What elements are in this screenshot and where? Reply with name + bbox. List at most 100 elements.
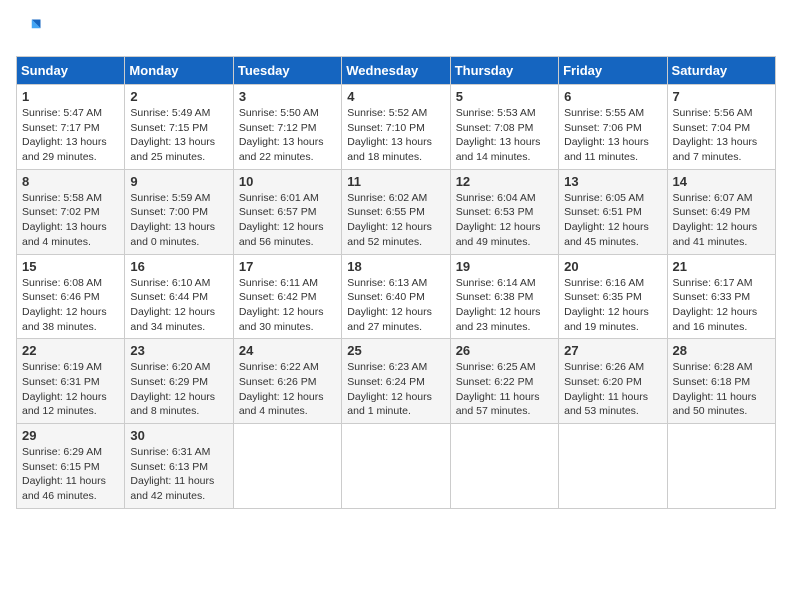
day-number: 6 <box>564 89 661 104</box>
calendar-cell <box>342 424 450 509</box>
calendar-header-row: SundayMondayTuesdayWednesdayThursdayFrid… <box>17 57 776 85</box>
weekday-header-saturday: Saturday <box>667 57 775 85</box>
calendar-week-row: 1 Sunrise: 5:47 AM Sunset: 7:17 PM Dayli… <box>17 85 776 170</box>
day-info: Sunrise: 6:05 AM Sunset: 6:51 PM Dayligh… <box>564 191 661 250</box>
day-number: 24 <box>239 343 336 358</box>
calendar-cell: 6 Sunrise: 5:55 AM Sunset: 7:06 PM Dayli… <box>559 85 667 170</box>
day-number: 30 <box>130 428 227 443</box>
day-info: Sunrise: 5:50 AM Sunset: 7:12 PM Dayligh… <box>239 106 336 165</box>
calendar-cell: 29 Sunrise: 6:29 AM Sunset: 6:15 PM Dayl… <box>17 424 125 509</box>
day-info: Sunrise: 6:20 AM Sunset: 6:29 PM Dayligh… <box>130 360 227 419</box>
day-info: Sunrise: 6:23 AM Sunset: 6:24 PM Dayligh… <box>347 360 444 419</box>
day-info: Sunrise: 6:13 AM Sunset: 6:40 PM Dayligh… <box>347 276 444 335</box>
day-info: Sunrise: 6:25 AM Sunset: 6:22 PM Dayligh… <box>456 360 553 419</box>
calendar-cell <box>233 424 341 509</box>
day-info: Sunrise: 6:01 AM Sunset: 6:57 PM Dayligh… <box>239 191 336 250</box>
day-number: 3 <box>239 89 336 104</box>
calendar-cell: 11 Sunrise: 6:02 AM Sunset: 6:55 PM Dayl… <box>342 169 450 254</box>
logo <box>16 16 48 44</box>
day-number: 14 <box>673 174 770 189</box>
day-info: Sunrise: 6:07 AM Sunset: 6:49 PM Dayligh… <box>673 191 770 250</box>
calendar-cell: 8 Sunrise: 5:58 AM Sunset: 7:02 PM Dayli… <box>17 169 125 254</box>
calendar-cell: 9 Sunrise: 5:59 AM Sunset: 7:00 PM Dayli… <box>125 169 233 254</box>
day-info: Sunrise: 5:49 AM Sunset: 7:15 PM Dayligh… <box>130 106 227 165</box>
calendar-cell: 12 Sunrise: 6:04 AM Sunset: 6:53 PM Dayl… <box>450 169 558 254</box>
weekday-header-friday: Friday <box>559 57 667 85</box>
day-info: Sunrise: 6:22 AM Sunset: 6:26 PM Dayligh… <box>239 360 336 419</box>
day-info: Sunrise: 6:08 AM Sunset: 6:46 PM Dayligh… <box>22 276 119 335</box>
weekday-header-tuesday: Tuesday <box>233 57 341 85</box>
calendar-cell: 16 Sunrise: 6:10 AM Sunset: 6:44 PM Dayl… <box>125 254 233 339</box>
day-info: Sunrise: 6:14 AM Sunset: 6:38 PM Dayligh… <box>456 276 553 335</box>
day-info: Sunrise: 5:58 AM Sunset: 7:02 PM Dayligh… <box>22 191 119 250</box>
calendar-cell: 17 Sunrise: 6:11 AM Sunset: 6:42 PM Dayl… <box>233 254 341 339</box>
day-number: 21 <box>673 259 770 274</box>
calendar-week-row: 22 Sunrise: 6:19 AM Sunset: 6:31 PM Dayl… <box>17 339 776 424</box>
day-number: 23 <box>130 343 227 358</box>
calendar-cell: 1 Sunrise: 5:47 AM Sunset: 7:17 PM Dayli… <box>17 85 125 170</box>
day-number: 29 <box>22 428 119 443</box>
calendar-cell: 23 Sunrise: 6:20 AM Sunset: 6:29 PM Dayl… <box>125 339 233 424</box>
weekday-header-monday: Monday <box>125 57 233 85</box>
calendar-cell: 19 Sunrise: 6:14 AM Sunset: 6:38 PM Dayl… <box>450 254 558 339</box>
day-number: 10 <box>239 174 336 189</box>
day-number: 8 <box>22 174 119 189</box>
calendar-cell: 26 Sunrise: 6:25 AM Sunset: 6:22 PM Dayl… <box>450 339 558 424</box>
day-number: 2 <box>130 89 227 104</box>
calendar-cell: 5 Sunrise: 5:53 AM Sunset: 7:08 PM Dayli… <box>450 85 558 170</box>
day-info: Sunrise: 6:11 AM Sunset: 6:42 PM Dayligh… <box>239 276 336 335</box>
day-info: Sunrise: 6:04 AM Sunset: 6:53 PM Dayligh… <box>456 191 553 250</box>
calendar-cell: 7 Sunrise: 5:56 AM Sunset: 7:04 PM Dayli… <box>667 85 775 170</box>
day-info: Sunrise: 5:55 AM Sunset: 7:06 PM Dayligh… <box>564 106 661 165</box>
day-number: 12 <box>456 174 553 189</box>
calendar-cell <box>450 424 558 509</box>
day-info: Sunrise: 6:28 AM Sunset: 6:18 PM Dayligh… <box>673 360 770 419</box>
day-info: Sunrise: 5:52 AM Sunset: 7:10 PM Dayligh… <box>347 106 444 165</box>
day-number: 22 <box>22 343 119 358</box>
day-number: 19 <box>456 259 553 274</box>
day-number: 18 <box>347 259 444 274</box>
day-number: 20 <box>564 259 661 274</box>
calendar-cell: 10 Sunrise: 6:01 AM Sunset: 6:57 PM Dayl… <box>233 169 341 254</box>
day-number: 17 <box>239 259 336 274</box>
day-info: Sunrise: 6:31 AM Sunset: 6:13 PM Dayligh… <box>130 445 227 504</box>
calendar-cell: 22 Sunrise: 6:19 AM Sunset: 6:31 PM Dayl… <box>17 339 125 424</box>
day-number: 7 <box>673 89 770 104</box>
calendar-week-row: 29 Sunrise: 6:29 AM Sunset: 6:15 PM Dayl… <box>17 424 776 509</box>
day-number: 26 <box>456 343 553 358</box>
day-info: Sunrise: 6:16 AM Sunset: 6:35 PM Dayligh… <box>564 276 661 335</box>
day-number: 11 <box>347 174 444 189</box>
calendar-cell: 2 Sunrise: 5:49 AM Sunset: 7:15 PM Dayli… <box>125 85 233 170</box>
day-info: Sunrise: 5:47 AM Sunset: 7:17 PM Dayligh… <box>22 106 119 165</box>
day-info: Sunrise: 6:29 AM Sunset: 6:15 PM Dayligh… <box>22 445 119 504</box>
day-number: 5 <box>456 89 553 104</box>
day-info: Sunrise: 5:56 AM Sunset: 7:04 PM Dayligh… <box>673 106 770 165</box>
day-number: 28 <box>673 343 770 358</box>
calendar-cell: 21 Sunrise: 6:17 AM Sunset: 6:33 PM Dayl… <box>667 254 775 339</box>
day-number: 9 <box>130 174 227 189</box>
calendar-cell: 3 Sunrise: 5:50 AM Sunset: 7:12 PM Dayli… <box>233 85 341 170</box>
calendar-cell: 13 Sunrise: 6:05 AM Sunset: 6:51 PM Dayl… <box>559 169 667 254</box>
day-info: Sunrise: 6:02 AM Sunset: 6:55 PM Dayligh… <box>347 191 444 250</box>
calendar-cell: 18 Sunrise: 6:13 AM Sunset: 6:40 PM Dayl… <box>342 254 450 339</box>
calendar-cell: 15 Sunrise: 6:08 AM Sunset: 6:46 PM Dayl… <box>17 254 125 339</box>
day-info: Sunrise: 5:53 AM Sunset: 7:08 PM Dayligh… <box>456 106 553 165</box>
calendar-week-row: 15 Sunrise: 6:08 AM Sunset: 6:46 PM Dayl… <box>17 254 776 339</box>
calendar-table: SundayMondayTuesdayWednesdayThursdayFrid… <box>16 56 776 509</box>
calendar-cell: 25 Sunrise: 6:23 AM Sunset: 6:24 PM Dayl… <box>342 339 450 424</box>
calendar-cell: 30 Sunrise: 6:31 AM Sunset: 6:13 PM Dayl… <box>125 424 233 509</box>
weekday-header-wednesday: Wednesday <box>342 57 450 85</box>
calendar-cell: 24 Sunrise: 6:22 AM Sunset: 6:26 PM Dayl… <box>233 339 341 424</box>
day-info: Sunrise: 6:17 AM Sunset: 6:33 PM Dayligh… <box>673 276 770 335</box>
day-info: Sunrise: 6:26 AM Sunset: 6:20 PM Dayligh… <box>564 360 661 419</box>
day-number: 25 <box>347 343 444 358</box>
day-number: 4 <box>347 89 444 104</box>
day-number: 13 <box>564 174 661 189</box>
calendar-cell: 27 Sunrise: 6:26 AM Sunset: 6:20 PM Dayl… <box>559 339 667 424</box>
page-header <box>16 16 776 44</box>
calendar-week-row: 8 Sunrise: 5:58 AM Sunset: 7:02 PM Dayli… <box>17 169 776 254</box>
day-info: Sunrise: 6:10 AM Sunset: 6:44 PM Dayligh… <box>130 276 227 335</box>
calendar-cell: 14 Sunrise: 6:07 AM Sunset: 6:49 PM Dayl… <box>667 169 775 254</box>
weekday-header-sunday: Sunday <box>17 57 125 85</box>
calendar-cell: 20 Sunrise: 6:16 AM Sunset: 6:35 PM Dayl… <box>559 254 667 339</box>
